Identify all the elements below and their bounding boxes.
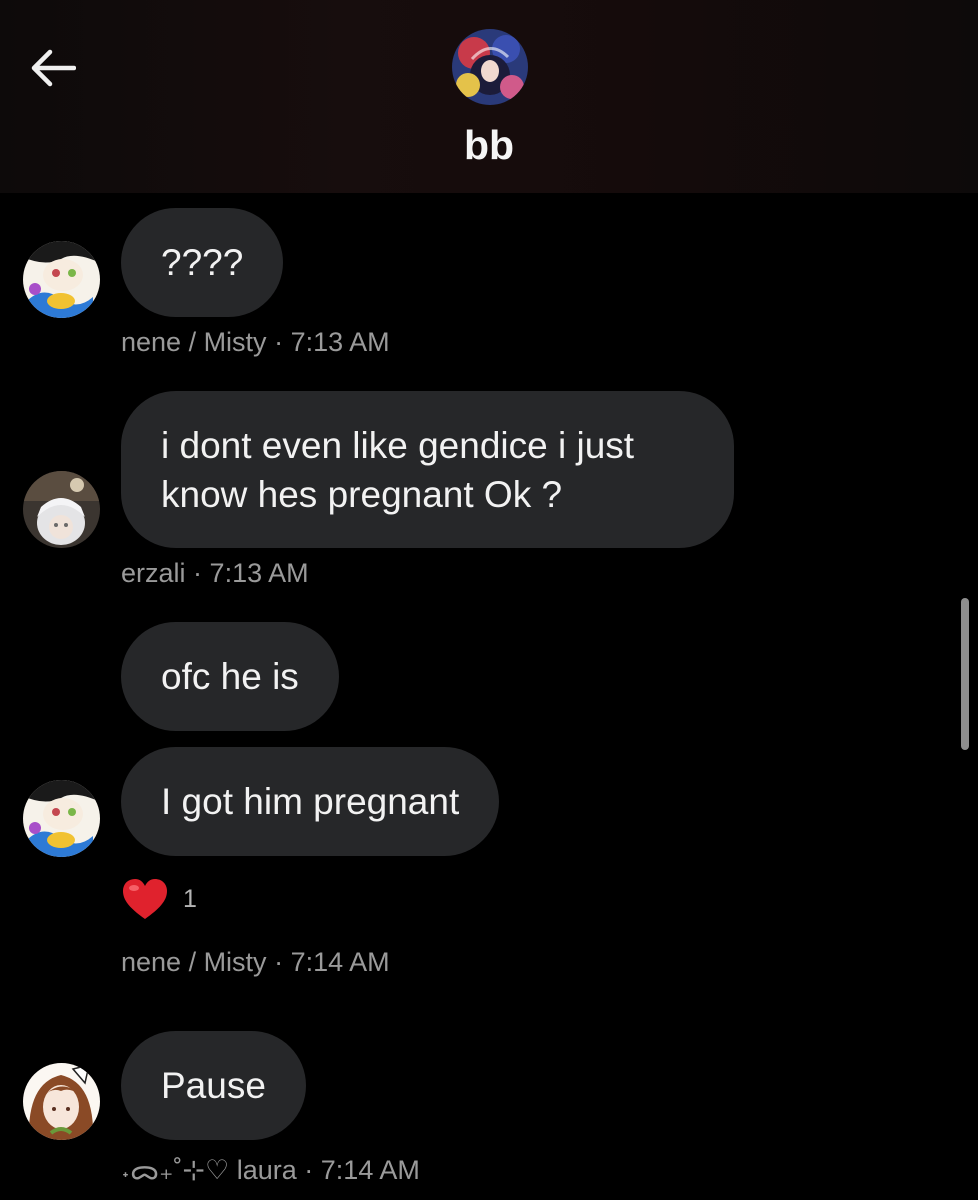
avatar[interactable]	[23, 471, 100, 548]
avatar[interactable]	[23, 780, 100, 857]
meta-separator: ·	[304, 1155, 321, 1185]
message-time: 7:14 AM	[290, 947, 390, 977]
avatar[interactable]	[23, 1063, 100, 1140]
sender-name[interactable]: nene / Misty	[121, 327, 267, 357]
message-meta: nene / Misty · 7:14 AM	[121, 947, 390, 978]
arrow-left-icon	[31, 49, 76, 87]
message-bubble[interactable]: I got him pregnant	[121, 747, 500, 856]
message-bubble[interactable]: ????	[121, 208, 284, 317]
message-time: 7:13 AM	[290, 327, 390, 357]
message-bubble[interactable]: i dont even like gendice i just know hes…	[121, 391, 734, 548]
sender-name[interactable]: nene / Misty	[121, 947, 267, 977]
meta-separator: ·	[193, 558, 210, 588]
message-bubble[interactable]: Pause	[121, 1031, 306, 1140]
message-bubble[interactable]: ofc he is	[121, 622, 339, 731]
avatar[interactable]	[23, 241, 100, 318]
meta-separator: ·	[274, 947, 291, 977]
message-time: 7:14 AM	[320, 1155, 420, 1185]
message-meta: erzali · 7:13 AM	[121, 558, 309, 589]
message-meta: nene / Misty · 7:13 AM	[121, 327, 390, 358]
group-avatar[interactable]	[452, 29, 528, 105]
reaction[interactable]: 1	[121, 877, 197, 921]
back-button[interactable]	[22, 40, 82, 96]
message-time: 7:13 AM	[209, 558, 309, 588]
sender-name[interactable]: erzali	[121, 558, 186, 588]
chat-title: bb	[463, 122, 515, 168]
message-meta: ˖ᯅ₊˚⊹♡ laura · 7:14 AM	[121, 1150, 420, 1187]
scrollbar[interactable]	[961, 598, 969, 750]
reaction-count: 1	[183, 884, 197, 913]
heart-icon	[123, 879, 167, 919]
meta-separator: ·	[274, 327, 291, 357]
sender-name[interactable]: ˖ᯅ₊˚⊹♡ laura	[121, 1155, 297, 1185]
chat-header: bb	[0, 0, 978, 193]
